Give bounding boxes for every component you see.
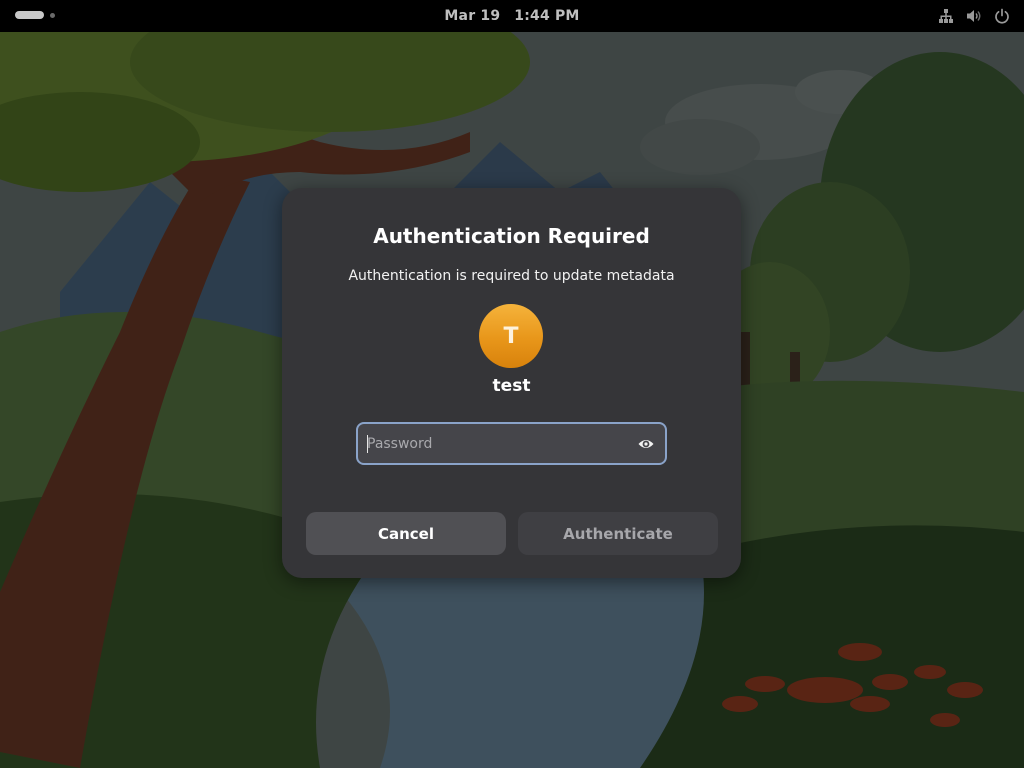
system-status-menu[interactable] [938, 6, 1010, 26]
text-cursor [367, 435, 368, 453]
dialog-title: Authentication Required [373, 224, 650, 248]
power-icon [994, 8, 1010, 24]
avatar: T [479, 304, 543, 368]
username-label: test [492, 376, 531, 396]
authentication-dialog: Authentication Required Authentication i… [282, 188, 741, 578]
top-bar: Mar 19 1:44 PM [0, 0, 1024, 32]
show-password-icon[interactable] [637, 435, 655, 453]
cancel-button[interactable]: Cancel [306, 512, 506, 555]
network-wired-icon [938, 8, 954, 24]
authenticate-button[interactable]: Authenticate [518, 512, 718, 555]
password-input[interactable] [358, 424, 628, 463]
time-label: 1:44 PM [514, 8, 580, 24]
avatar-initial: T [503, 323, 519, 349]
volume-icon [966, 8, 982, 24]
date-label: Mar 19 [444, 8, 501, 24]
password-field[interactable] [356, 422, 667, 465]
dialog-description: Authentication is required to update met… [348, 268, 675, 284]
date-time-button[interactable]: Mar 19 1:44 PM [0, 0, 1024, 32]
